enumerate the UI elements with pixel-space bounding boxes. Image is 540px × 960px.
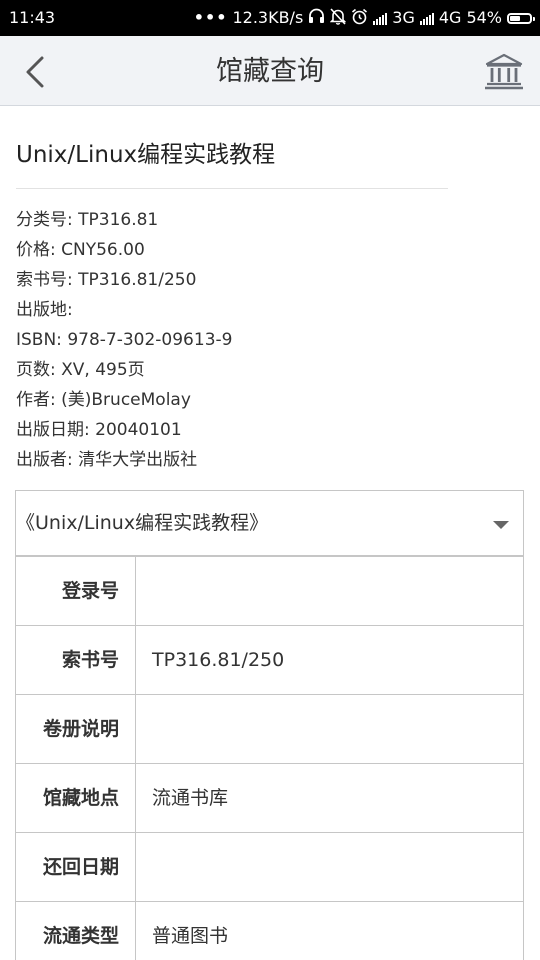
meta-isbn: ISBN: 978-7-302-09613-9 bbox=[16, 330, 233, 350]
holdings-label: 索书号 bbox=[16, 626, 136, 694]
holdings-label: 卷册说明 bbox=[16, 695, 136, 763]
library-button[interactable] bbox=[484, 53, 524, 91]
holdings-row-return-date: 还回日期 bbox=[16, 833, 523, 902]
battery-icon bbox=[507, 12, 535, 24]
battery-level bbox=[510, 15, 520, 21]
book-metadata: 分类号: TP316.81 价格: CNY56.00 索书号: TP316.81… bbox=[16, 205, 232, 475]
signal-icon bbox=[373, 12, 388, 25]
app-header: 馆藏查询 bbox=[0, 36, 540, 106]
holdings-row-volume-note: 卷册说明 bbox=[16, 695, 523, 764]
network-speed: 12.3KB/s bbox=[232, 8, 304, 27]
network-4g: 4G bbox=[438, 8, 462, 27]
signal-icon bbox=[419, 12, 434, 25]
holdings-row-call-number: 索书号 TP316.81/250 bbox=[16, 626, 523, 695]
holdings-label: 馆藏地点 bbox=[16, 764, 136, 832]
status-bar: 11:43 ••• 12.3KB/s 3G 4G 54% bbox=[0, 0, 540, 36]
holdings-value: 流通书库 bbox=[152, 787, 229, 809]
holdings-panel: 《Unix/Linux编程实践教程》 登录号 索书号 TP316.81/250 … bbox=[15, 490, 524, 960]
volume-select[interactable]: 《Unix/Linux编程实践教程》 bbox=[16, 491, 523, 557]
network-3g: 3G bbox=[392, 8, 415, 27]
more-notifications-dots: ••• bbox=[193, 8, 228, 27]
holdings-row-location: 馆藏地点 流通书库 bbox=[16, 764, 523, 833]
meta-call-number: 索书号: TP316.81/250 bbox=[16, 270, 197, 290]
holdings-label: 登录号 bbox=[16, 557, 136, 625]
holdings-value bbox=[136, 695, 523, 763]
meta-price: 价格: CNY56.00 bbox=[16, 240, 145, 260]
holdings-label: 流通类型 bbox=[16, 902, 136, 960]
alarm-icon bbox=[351, 8, 368, 29]
meta-publication-place: 出版地: bbox=[16, 300, 73, 320]
holdings-row-accession-number: 登录号 bbox=[16, 557, 523, 626]
holdings-value bbox=[136, 833, 523, 901]
holdings-value bbox=[136, 557, 523, 625]
holdings-value: 普通图书 bbox=[152, 925, 229, 947]
headphones-icon bbox=[308, 8, 325, 28]
caret-down-icon bbox=[493, 521, 509, 529]
meta-pages: 页数: XV, 495页 bbox=[16, 360, 145, 380]
meta-publication-date: 出版日期: 20040101 bbox=[16, 420, 182, 440]
book-title: Unix/Linux编程实践教程 bbox=[16, 142, 276, 168]
holdings-row-circulation-type: 流通类型 普通图书 bbox=[16, 902, 523, 960]
mute-bell-icon bbox=[329, 7, 347, 29]
library-building-icon bbox=[485, 53, 523, 90]
holdings-label: 还回日期 bbox=[16, 833, 136, 901]
meta-author: 作者: (美)BruceMolay bbox=[16, 390, 191, 410]
status-time: 11:43 bbox=[9, 8, 56, 27]
holdings-value: TP316.81/250 bbox=[152, 649, 285, 671]
page-title: 馆藏查询 bbox=[216, 56, 324, 87]
holdings-table: 登录号 索书号 TP316.81/250 卷册说明 馆藏地点 流通书库 还回日期… bbox=[16, 557, 523, 960]
meta-publisher: 出版者: 清华大学出版社 bbox=[16, 450, 198, 470]
meta-classification-number: 分类号: TP316.81 bbox=[16, 210, 159, 230]
volume-select-value: 《Unix/Linux编程实践教程》 bbox=[16, 512, 269, 534]
status-indicators: ••• 12.3KB/s 3G 4G 54% bbox=[193, 7, 535, 29]
title-divider bbox=[16, 188, 448, 189]
battery-percent: 54% bbox=[466, 8, 502, 27]
